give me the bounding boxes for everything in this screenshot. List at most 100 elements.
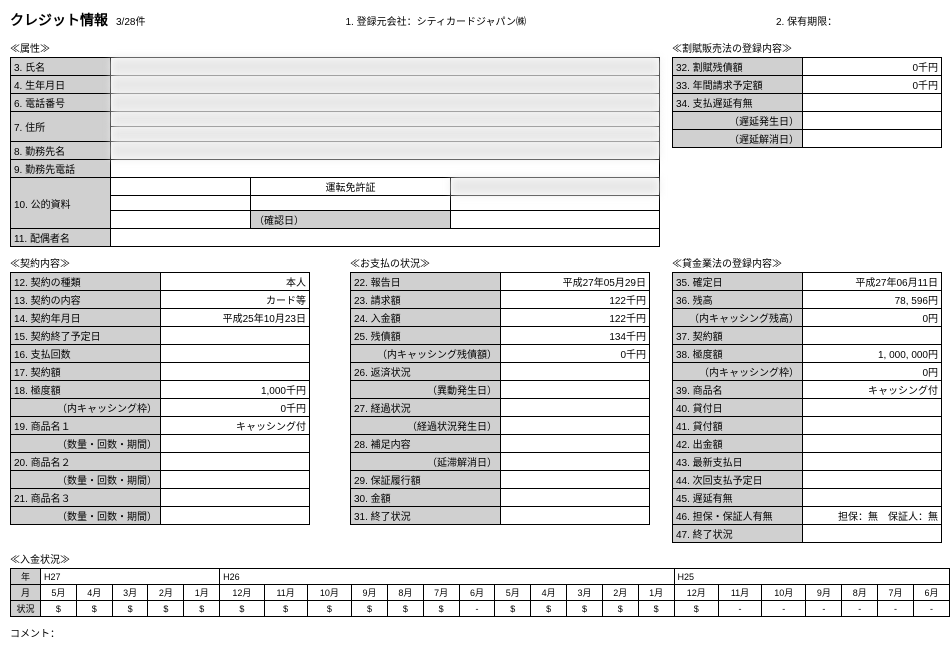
attr-workphone-value xyxy=(111,160,660,178)
status-cell: - xyxy=(762,601,806,617)
row-value xyxy=(803,327,942,345)
payment-history-section-header: ≪入金状況≫ xyxy=(10,551,942,566)
row-value: 担保：無 保証人：無 xyxy=(803,507,942,525)
month-cell: 3月 xyxy=(567,585,603,601)
month-cell: 12月 xyxy=(674,585,718,601)
row-label: 36. 残高 xyxy=(673,291,803,309)
row-label: 21. 商品名３ xyxy=(11,489,161,507)
status-cell: $ xyxy=(531,601,567,617)
row-value: キャッシング付 xyxy=(161,417,310,435)
row-value xyxy=(161,435,310,453)
row-label: 12. 契約の種類 xyxy=(11,273,161,291)
attr-spouse-label: 11. 配偶者名 xyxy=(11,229,111,247)
row-value xyxy=(161,345,310,363)
row-value: 1, 000, 000円 xyxy=(803,345,942,363)
status-cell: $ xyxy=(76,601,112,617)
attr-address-value2: XXXX XXXX xyxy=(111,127,660,142)
attr-publicdoc-label: 10. 公的資料 xyxy=(11,178,111,229)
row-label: 24. 入金額 xyxy=(351,309,501,327)
row-value: 122千円 xyxy=(501,291,650,309)
attributes-table: 3. 氏名XXXX 4. 生年月日XXXX XXXX XXXX 6. 電話番号X… xyxy=(10,57,660,247)
row-value xyxy=(501,363,650,381)
row-label: （延滞解消日） xyxy=(351,453,501,471)
row-value xyxy=(803,489,942,507)
row-label: 45. 遅延有無 xyxy=(673,489,803,507)
status-cell: $ xyxy=(423,601,459,617)
row-label: 13. 契約の内容 xyxy=(11,291,161,309)
row-label: 20. 商品名２ xyxy=(11,453,161,471)
attr-name-value: XXXX xyxy=(111,58,660,76)
month-cell: 9月 xyxy=(806,585,842,601)
row-value: 本人 xyxy=(161,273,310,291)
row-value: 0千円 xyxy=(501,345,650,363)
installment-table: 32. 割賦残債額0千円 33. 年間請求予定額0千円 34. 支払遅延有無 （… xyxy=(672,57,942,148)
row-value xyxy=(501,489,650,507)
attr-publicdoc-value: 運転免許証 xyxy=(251,178,451,196)
month-cell: 6月 xyxy=(459,585,495,601)
row-label: 38. 極度額 xyxy=(673,345,803,363)
row-label: （内キャッシング残債額） xyxy=(351,345,501,363)
status-cell: - xyxy=(459,601,495,617)
row-value: 0円 xyxy=(803,309,942,327)
attr-phone-label: 6. 電話番号 xyxy=(11,94,111,112)
month-cell: 10月 xyxy=(762,585,806,601)
status-cell: $ xyxy=(495,601,531,617)
header: クレジット情報 3/28件 1. 登録元会社：シティカードジャパン㈱ 2. 保有… xyxy=(10,10,942,30)
row-label: 19. 商品名１ xyxy=(11,417,161,435)
attr-workphone-label: 9. 勤務先電話 xyxy=(11,160,111,178)
row-value xyxy=(501,381,650,399)
row-value: 134千円 xyxy=(501,327,650,345)
row-label: 37. 契約額 xyxy=(673,327,803,345)
year-cell: H26 xyxy=(220,569,674,585)
registering-company: 1. 登録元会社：シティカードジャパン㈱ xyxy=(345,13,526,28)
month-cell: 12月 xyxy=(220,585,264,601)
row-label: 17. 契約額 xyxy=(11,363,161,381)
month-cell: 5月 xyxy=(41,585,77,601)
attr-employer-label: 8. 勤務先名 xyxy=(11,142,111,160)
row-label: （内キャッシング残高） xyxy=(673,309,803,327)
row-label: （数量・回数・期間） xyxy=(11,507,161,525)
attr-dob-value: XXXX XXXX XXXX xyxy=(111,76,660,94)
month-cell: 1月 xyxy=(638,585,674,601)
status-cell: $ xyxy=(638,601,674,617)
row-value: キャッシング付 xyxy=(803,381,942,399)
row-value xyxy=(803,435,942,453)
month-cell: 7月 xyxy=(878,585,914,601)
row-value: 78, 596円 xyxy=(803,291,942,309)
month-cell: 4月 xyxy=(76,585,112,601)
month-cell: 4月 xyxy=(531,585,567,601)
row-label: 29. 保証履行額 xyxy=(351,471,501,489)
status-cell: - xyxy=(718,601,761,617)
row-label: （経過状況発生日） xyxy=(351,417,501,435)
row-value: 平成27年06月11日 xyxy=(803,273,942,291)
row-value: カード等 xyxy=(161,291,310,309)
attr-address-label: 7. 住所 xyxy=(11,112,111,142)
row-value: 0円 xyxy=(803,363,942,381)
month-cell: 1月 xyxy=(184,585,220,601)
row-label: 26. 返済状況 xyxy=(351,363,501,381)
status-cell: $ xyxy=(148,601,184,617)
row-value: 0千円 xyxy=(161,399,310,417)
attr-address-value1: XXXX XXXX XXXX XXXX xyxy=(111,112,660,127)
row-value xyxy=(161,507,310,525)
status-cell: $ xyxy=(387,601,423,617)
status-cell: $ xyxy=(220,601,264,617)
row-value xyxy=(161,471,310,489)
row-label: 35. 確定日 xyxy=(673,273,803,291)
row-value xyxy=(501,399,650,417)
row-value xyxy=(501,453,650,471)
row-label: 28. 補足内容 xyxy=(351,435,501,453)
attr-publicdoc-col3: XXXX xyxy=(451,178,660,196)
row-label: 30. 金額 xyxy=(351,489,501,507)
row-value xyxy=(501,417,650,435)
payment-status-section-header: ≪お支払の状況≫ xyxy=(350,255,650,270)
status-cell: - xyxy=(806,601,842,617)
row-value: 平成25年10月23日 xyxy=(161,309,310,327)
month-cell: 2月 xyxy=(602,585,638,601)
row-label: 25. 残債額 xyxy=(351,327,501,345)
comment-label: コメント： xyxy=(10,625,942,640)
year-cell: H25 xyxy=(674,569,949,585)
month-cell: 11月 xyxy=(264,585,307,601)
payment-status-table: 22. 報告日平成27年05月29日23. 請求額122千円24. 入金額122… xyxy=(350,272,650,525)
page-title: クレジット情報 xyxy=(10,10,108,30)
